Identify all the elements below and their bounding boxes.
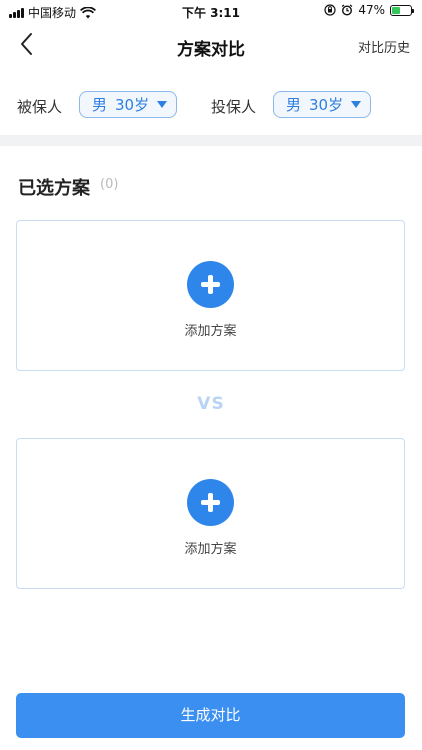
battery-fill xyxy=(392,6,401,14)
alarm-icon xyxy=(341,4,353,16)
add-plus-icon[interactable] xyxy=(187,479,234,526)
nav-bar: 方案对比 对比历史 xyxy=(0,22,422,68)
policyholder-label: 投保人 xyxy=(211,98,257,116)
insured-gender: 男 xyxy=(92,96,108,114)
policyholder-selector[interactable]: 男 30岁 xyxy=(273,91,372,118)
policyholder-age: 30岁 xyxy=(309,96,344,114)
caret-down-icon xyxy=(351,101,362,108)
status-right: 47% xyxy=(324,3,414,17)
plan-slot-2[interactable]: 添加方案 xyxy=(16,438,405,589)
section-divider xyxy=(0,135,422,146)
battery-icon xyxy=(390,4,414,16)
compare-history-link[interactable]: 对比历史 xyxy=(358,37,410,56)
vs-label: VS xyxy=(197,394,225,414)
policyholder-gender: 男 xyxy=(286,96,302,114)
add-plan-label: 添加方案 xyxy=(184,542,237,557)
plan-slot-1[interactable]: 添加方案 xyxy=(16,220,405,371)
generate-compare-button[interactable]: 生成对比 xyxy=(16,693,405,738)
selected-plans-title: 已选方案 xyxy=(18,178,90,199)
person-row: 被保人 男 30岁 投保人 男 30岁 xyxy=(0,82,422,128)
status-bar: 中国移动 下午 3:11 47% xyxy=(0,0,422,22)
add-plan-label: 添加方案 xyxy=(184,324,237,339)
plan-compare-screen: 中国移动 下午 3:11 47% 方案对比 对比历史 被保人 男 30岁 投保人… xyxy=(0,0,422,750)
add-plus-icon[interactable] xyxy=(187,261,234,308)
insured-selector[interactable]: 男 30岁 xyxy=(79,91,178,118)
orientation-lock-icon xyxy=(324,4,336,16)
insured-age: 30岁 xyxy=(115,96,150,114)
battery-percent: 47% xyxy=(358,3,385,17)
insured-label: 被保人 xyxy=(17,98,63,116)
selected-plans-count: (0) xyxy=(100,177,119,192)
caret-down-icon xyxy=(157,101,168,108)
